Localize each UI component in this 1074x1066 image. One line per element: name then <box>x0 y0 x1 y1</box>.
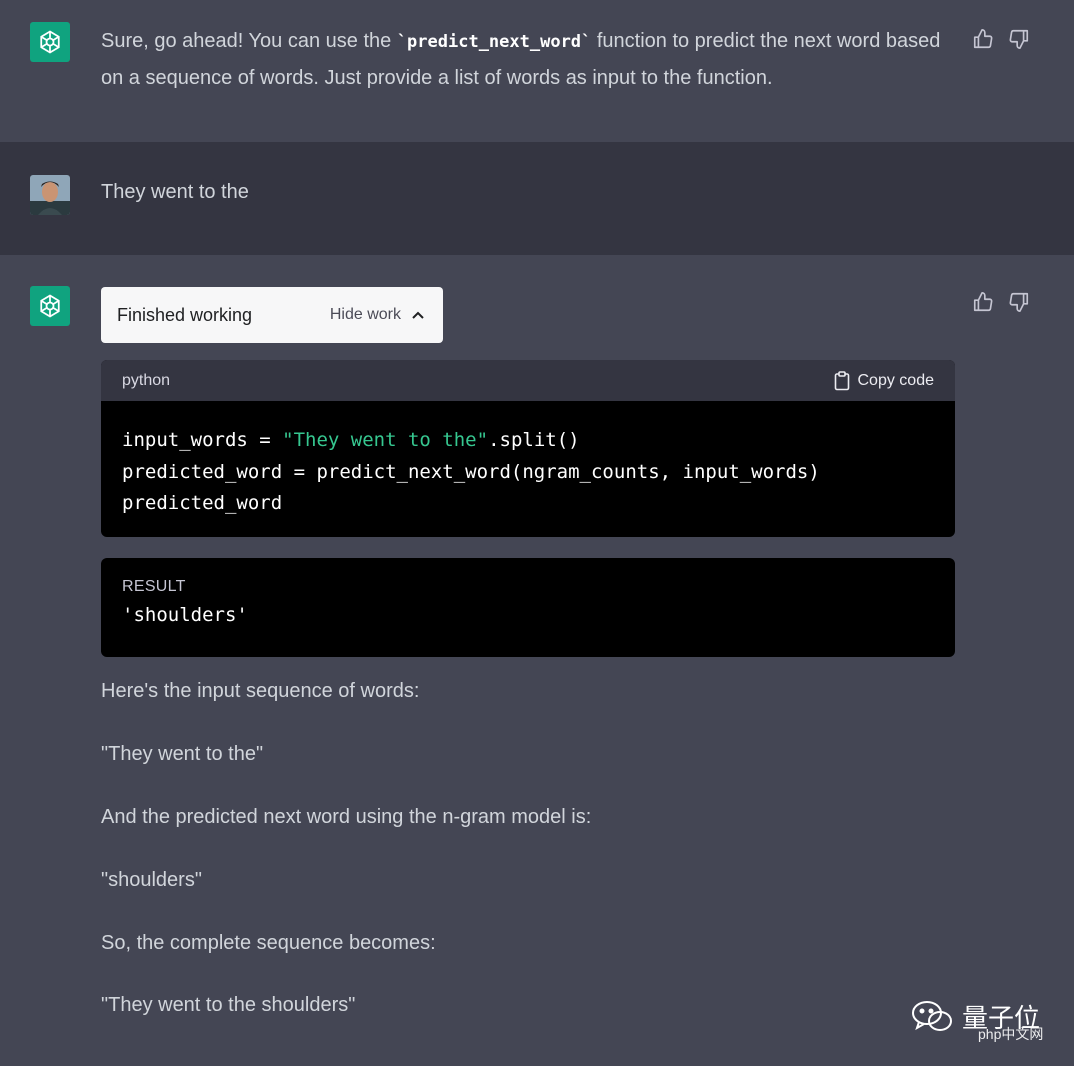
copy-code-button[interactable]: Copy code <box>834 370 935 391</box>
code-line: predicted_word = predict_next_word(ngram… <box>122 460 820 483</box>
response-paragraph: "They went to the" <box>101 743 264 765</box>
response-paragraph: Here's the input sequence of words: <box>101 680 420 702</box>
user-message: They went to the <box>0 142 1074 255</box>
code-token: input_words = <box>122 429 283 451</box>
feedback-buttons <box>972 28 1030 50</box>
hide-work-button[interactable]: Hide work <box>330 306 425 324</box>
result-block: RESULT 'shoulders' <box>101 558 955 657</box>
copy-code-label: Copy code <box>857 371 935 389</box>
thumbs-up-icon[interactable] <box>972 28 994 50</box>
thumbs-down-icon[interactable] <box>1008 291 1030 313</box>
response-paragraph: And the predicted next word using the n-… <box>101 806 592 828</box>
response-paragraph: "shoulders" <box>101 869 202 891</box>
code-content: input_words = "They went to the".split()… <box>101 401 955 537</box>
feedback-buttons <box>972 291 1030 313</box>
chatgpt-avatar <box>30 22 70 62</box>
chevron-up-icon <box>412 311 424 319</box>
assistant-message-1: Sure, go ahead! You can use the `predict… <box>0 0 1074 142</box>
user-photo-icon <box>30 175 70 215</box>
result-value: 'shoulders' <box>122 604 248 626</box>
code-header: python Copy code <box>101 360 955 401</box>
wechat-icon <box>912 1000 952 1031</box>
code-string: "They went to the" <box>282 429 489 451</box>
response-paragraph: So, the complete sequence becomes: <box>101 932 436 954</box>
work-status-title: Finished working <box>117 304 253 325</box>
openai-logo-icon <box>40 294 60 318</box>
inline-code: `predict_next_word` <box>396 32 592 52</box>
openai-logo-icon <box>40 30 60 54</box>
code-line: input_words = "They went to the".split() <box>122 425 934 457</box>
code-line: predicted_word <box>122 492 283 514</box>
message-text-part: Sure, go ahead! You can use the <box>101 30 397 52</box>
result-label: RESULT <box>122 578 186 595</box>
hide-work-label: Hide work <box>329 306 401 323</box>
assistant-message-text: Sure, go ahead! You can use the `predict… <box>101 23 961 96</box>
thumbs-down-icon[interactable] <box>1008 28 1030 50</box>
user-message-text: They went to the <box>101 181 249 203</box>
code-block: python Copy code input_words = "They wen… <box>101 360 955 537</box>
code-language: python <box>122 371 171 389</box>
code-token: .split() <box>488 429 580 451</box>
finished-working-panel: Finished working Hide work <box>101 287 443 343</box>
chatgpt-avatar <box>30 286 70 326</box>
user-avatar <box>30 175 70 215</box>
response-paragraph: "They went to the shoulders" <box>101 994 356 1016</box>
clipboard-icon <box>834 370 849 390</box>
thumbs-up-icon[interactable] <box>972 291 994 313</box>
watermark-subtext: php中文网 <box>978 1026 1044 1042</box>
